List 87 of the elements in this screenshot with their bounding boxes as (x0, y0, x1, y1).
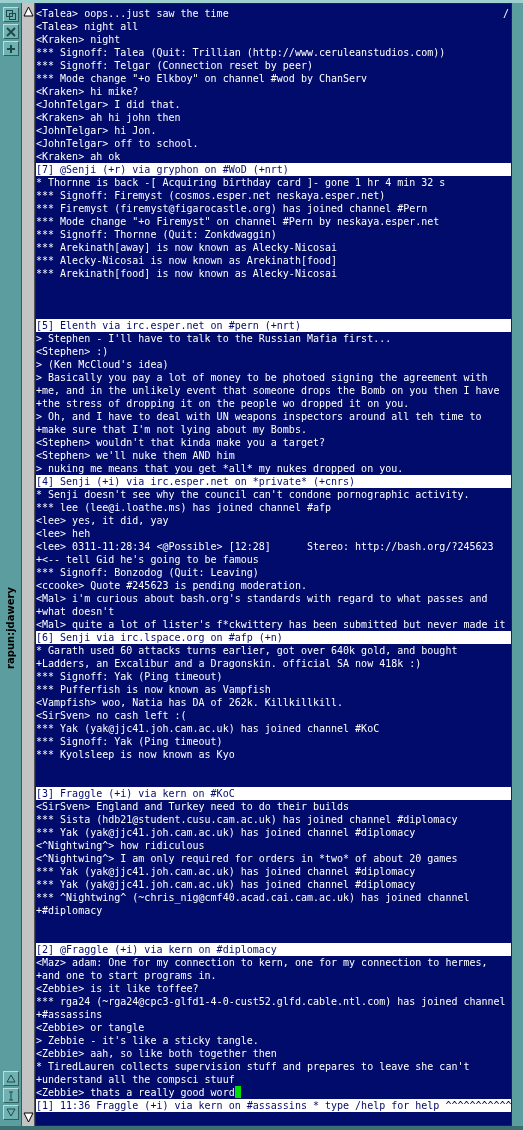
chat-line: <Zebbie> or tangle (36, 1021, 145, 1034)
chat-line: *** Alecky-Nicosai is now known as Arekinath[food] (36, 254, 338, 267)
chat-line: *** Mode change "+o Firemyst" on channel #Pern by neskaya.esper.net (36, 215, 440, 228)
chat-line: *** Signoff: Talea (Quit: Trillian (http://www.ceruleanstudios.com)) (36, 46, 446, 59)
scroll-down-icon[interactable] (22, 1112, 34, 1123)
chat-line: +what doesn't (36, 605, 115, 618)
chat-line: <SirSven> no cash left :( (36, 709, 187, 722)
chat-line: +the stress of dropping it on the people wo dropped it on you. (36, 397, 410, 410)
chat-line: <Zebbie> aah, so like both together then (36, 1047, 277, 1060)
chat-line: *** Signoff: Yak (Ping timeout) (36, 670, 223, 683)
chat-line: *** Yak (yak@jjc41.joh.cam.ac.uk) has joined channel #diplomacy (36, 878, 416, 891)
chat-line: *** Arekinath[away] is now known as Alecky-Nicosai (36, 241, 338, 254)
chat-line: <^Nightwing^> I am only required for orders in *two* of about 20 games (36, 852, 458, 865)
i-beam-icon[interactable] (2, 1088, 19, 1103)
status-bar: [4] Senji (+i) via irc.esper.net on *private* (+cnrs) (36, 475, 511, 488)
chat-line: *** Arekinath[food] is now known as Alecky-Nicosai (36, 267, 338, 280)
chat-line: > (Ken McCloud's idea) (36, 358, 169, 371)
chat-line: <lee> yes, it did, yay (36, 514, 169, 527)
chat-line: <Stephen> we'll nuke them AND him (36, 449, 235, 462)
chat-line: +and one to start programs in. (36, 969, 217, 982)
chat-line: *** Yak (yak@jjc41.joh.cam.ac.uk) has joined channel #diplomacy (36, 865, 416, 878)
status-bar: [1] 11:36 Fraggle (+i) via kern on #assassins * type /help for help ^^^^^^^^^^^ (36, 1099, 511, 1112)
chat-line: <SirSven> England and Turkey need to do their builds (36, 800, 350, 813)
chat-line: *** Yak (yak@jjc41.joh.cam.ac.uk) has joined channel #diplomacy (36, 826, 416, 839)
chat-line: * Thornne is back -[ Acquiring birthday card ]- gone 1 hr 4 min 32 s (36, 176, 446, 189)
chat-line: > Zebbie - it's like a sticky tangle. (36, 1034, 259, 1047)
chat-line: <Maz> adam: One for my connection to kern, one for my connection to hermes, (36, 956, 488, 969)
chat-line: *** Yak (yak@jjc41.joh.cam.ac.uk) has joined channel #KoC (36, 722, 380, 735)
chat-line: > Basically you pay a lot of money to be photoed signing the agreement with (36, 371, 488, 384)
status-bar: [6] Senji via irc.lspace.org on #afp (+n) (36, 631, 511, 644)
chat-line: <Zebbie> thats a really good word (36, 1086, 241, 1099)
chat-line: *** Mode change "+o Elkboy" on channel #wod by ChanServ (36, 72, 368, 85)
chat-line: <Zebbie> is it like toffee? (36, 982, 199, 995)
status-bar: [3] Fraggle (+i) via kern on #KoC (36, 787, 511, 800)
status-bar: [2] @Fraggle (+i) via kern on #diplomacy (36, 943, 511, 956)
chat-line: *** Signoff: Telgar (Connection reset by peer) (36, 59, 313, 72)
status-bar: [5] Elenth via irc.esper.net on #pern (+nrt) (36, 319, 511, 332)
chat-line: <Stephen> wouldn't that kinda make you a target? (36, 436, 325, 449)
chat-line: +understand all the compsci stuuf (36, 1073, 235, 1086)
chat-line: +me, and in the unlikely event that someone drops the Bomb on you then I have (36, 384, 500, 397)
chat-line: <Vampfish> woo, Natia has DA of 262k. Killkillkill. (36, 696, 344, 709)
chat-line: +Ladders, an Excalibur and a Dragonskin. official SA now 418k :) (36, 657, 422, 670)
chat-line: *** Signoff: Bonzodog (Quit: Leaving) (36, 566, 259, 579)
chat-line: <ccooke> Quote #245623 is pending moderation. (36, 579, 307, 592)
scroll-up-icon[interactable] (22, 6, 34, 17)
window-title: rapun:jdawery (5, 587, 16, 669)
chat-line: > Oh, and I have to deal with UN weapons inspectors around all teh time to (36, 410, 482, 423)
plus-icon[interactable] (2, 41, 19, 56)
chat-line: *** Signoff: Firemyst (cosmos.esper.net neskaya.esper.net) (36, 189, 386, 202)
chat-line: *** ^Nightwing^ (~chris_nig@cmf40.acad.cai.cam.ac.uk) has joined channel (36, 891, 470, 904)
chat-line: <^Nightwing^> how ridiculous (36, 839, 205, 852)
chat-line: *** Signoff: Yak (Ping timeout) (36, 735, 223, 748)
chat-line: <JohnTelgar> I did that. (36, 98, 181, 111)
chat-line: *** Kyolsleep is now known as Kyo (36, 748, 235, 761)
chat-line: <Kraken> ah hi john then (36, 111, 181, 124)
chat-line: +#diplomacy (36, 904, 103, 917)
chat-line: *** rga24 (~rga24@cpc3-glfd1-4-0-cust52.glfd.cable.ntl.com) has joined channel (36, 995, 506, 1008)
chat-line: <JohnTelgar> off to school. (36, 137, 199, 150)
chat-line: *** lee (lee@i.loathe.ms) has joined channel #afp (36, 501, 331, 514)
chat-line: <Kraken> hi mike? (36, 85, 139, 98)
scrollbar[interactable] (22, 3, 35, 1126)
chat-line: <Kraken> night (36, 33, 121, 46)
chat-line: <Talea> night all (36, 20, 139, 33)
status-bar: [7] @Senji (+r) via gryphon on #WoD (+nrt) (36, 163, 511, 176)
chat-line: * Garath used 60 attacks turns earlier, got over 640k gold, and bought (36, 644, 458, 657)
chat-line: <Stephen> :) (36, 345, 109, 358)
chat-line: *** Sista (hdb21@student.cusu.cam.ac.uk) has joined channel #diplomacy (36, 813, 458, 826)
chat-line: <JohnTelgar> hi Jon. (36, 124, 157, 137)
window-icon[interactable] (2, 7, 19, 22)
chat-line: +#assassins (36, 1008, 103, 1021)
chat-line: <Talea> oops...just saw the time (36, 7, 229, 20)
chat-line: <Mal> quite a lot of lister's f*ckwittery has been submitted but never made it (36, 618, 506, 631)
chat-line: * Senji doesn't see why the council can't condone pornographic activity. (36, 488, 470, 501)
chat-line: <Kraken> ah ok (36, 150, 121, 163)
chat-line: +<-- tell Gid he's going to be famous (36, 553, 259, 566)
chat-line: *** Signoff: Thornne (Quit: Zonkdwaggin) (36, 228, 277, 241)
chat-line: *** Pufferfish is now known as Vampfish (36, 683, 271, 696)
chat-line: > nuking me means that you get *all* my nukes dropped on you. (36, 462, 404, 475)
chat-line: > Stephen - I'll have to talk to the Russian Mafia first... (36, 332, 392, 345)
corner-mark: / (502, 7, 509, 20)
chat-line: <Mal> i'm curious about bash.org's standards with regard to what passes and (36, 592, 488, 605)
chat-line: +make sure that I'm not lying about my Bombs. (36, 423, 307, 436)
chat-line: *** Firemyst (firemyst@figarocastle.org) has joined channel #Pern (36, 202, 428, 215)
chat-line: * TiredLauren collects supervision stuff and prepares to leave she can't (36, 1060, 470, 1073)
chat-line: <lee> 0311-11:28:34 <@Possible> [12:28] Stereo: http://bash.org/?245623 (36, 540, 494, 553)
close-icon[interactable] (2, 24, 19, 39)
chat-line: <lee> heh (36, 527, 91, 540)
